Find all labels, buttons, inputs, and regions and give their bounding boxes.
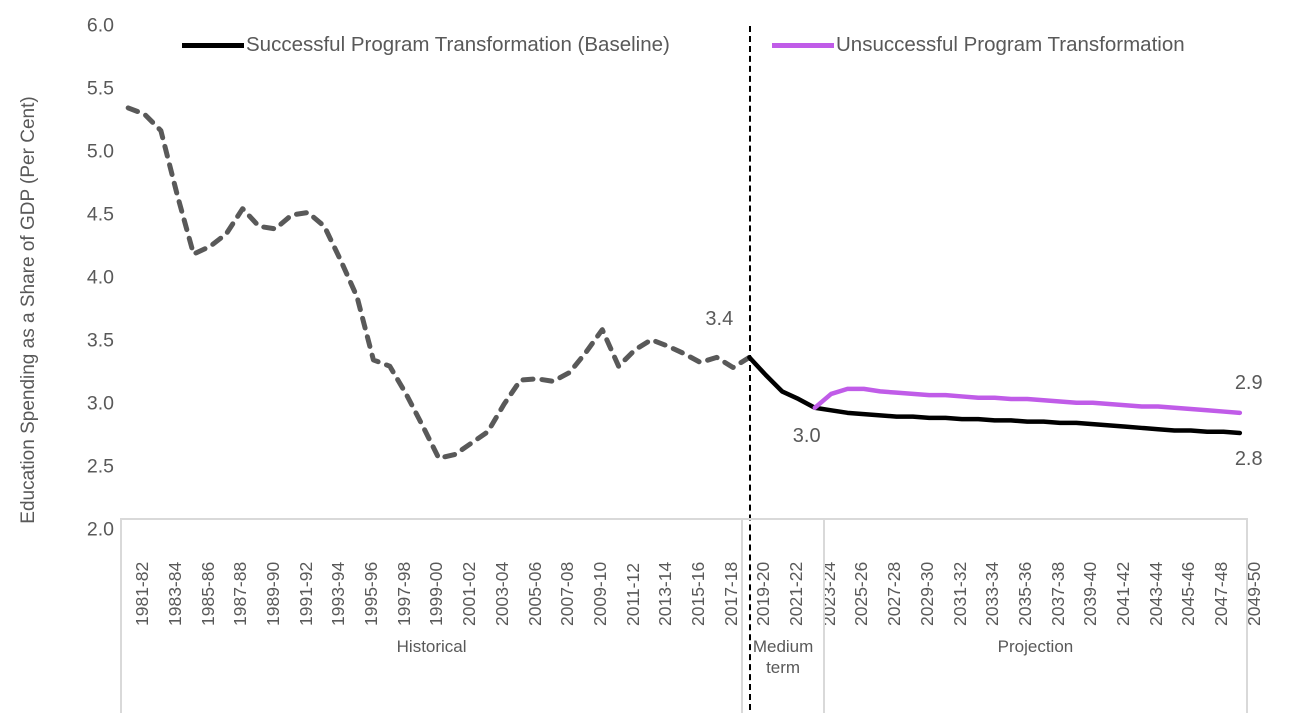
education-spending-chart: Successful Program Transformation (Basel… <box>0 0 1289 713</box>
period-band-label: Historical <box>396 637 467 656</box>
y-axis-tick-3-0: 3.0 <box>86 392 114 415</box>
annotation-3-4: 3.4 <box>705 308 734 331</box>
period-band-medium-term: Medium term <box>741 518 823 713</box>
y-axis-tick-6-0: 6.0 <box>86 14 114 37</box>
series-line-successful-program-transformation-baseline <box>747 355 1243 436</box>
series-line-unsuccessful-program-transformation <box>812 386 1243 416</box>
plot-lines <box>125 105 1243 461</box>
period-band-axis: Historical Medium term Projection <box>120 518 1248 713</box>
period-band-label: Medium term <box>752 637 814 678</box>
annotation-2-8: 2.8 <box>1234 447 1263 470</box>
period-band-historical: Historical <box>120 518 742 713</box>
period-band-label: Projection <box>997 637 1074 656</box>
annotation-2-9: 2.9 <box>1234 371 1263 394</box>
series-line-historical <box>125 105 752 461</box>
y-axis-tick-5-0: 5.0 <box>86 140 114 163</box>
y-axis-tick-4-0: 4.0 <box>86 266 114 289</box>
y-axis-title: Education Spending as a Share of GDP (Pe… <box>18 96 39 524</box>
x-axis-tick-2049-50: 2049-50 <box>1243 561 1264 626</box>
period-band-projection: Projection <box>822 518 1248 713</box>
plot-area <box>120 26 1248 530</box>
y-axis-tick-labels: 6.0 5.5 5.0 4.5 4.0 3.5 3.0 2.5 2.0 <box>52 0 114 713</box>
annotation-3-0: 3.0 <box>792 424 821 447</box>
y-axis-tick-4-5: 4.5 <box>86 203 114 226</box>
y-axis-tick-5-5: 5.5 <box>86 77 114 100</box>
y-axis-tick-2-0: 2.0 <box>86 518 114 541</box>
y-axis-tick-2-5: 2.5 <box>86 455 114 478</box>
y-axis-tick-3-5: 3.5 <box>86 329 114 352</box>
